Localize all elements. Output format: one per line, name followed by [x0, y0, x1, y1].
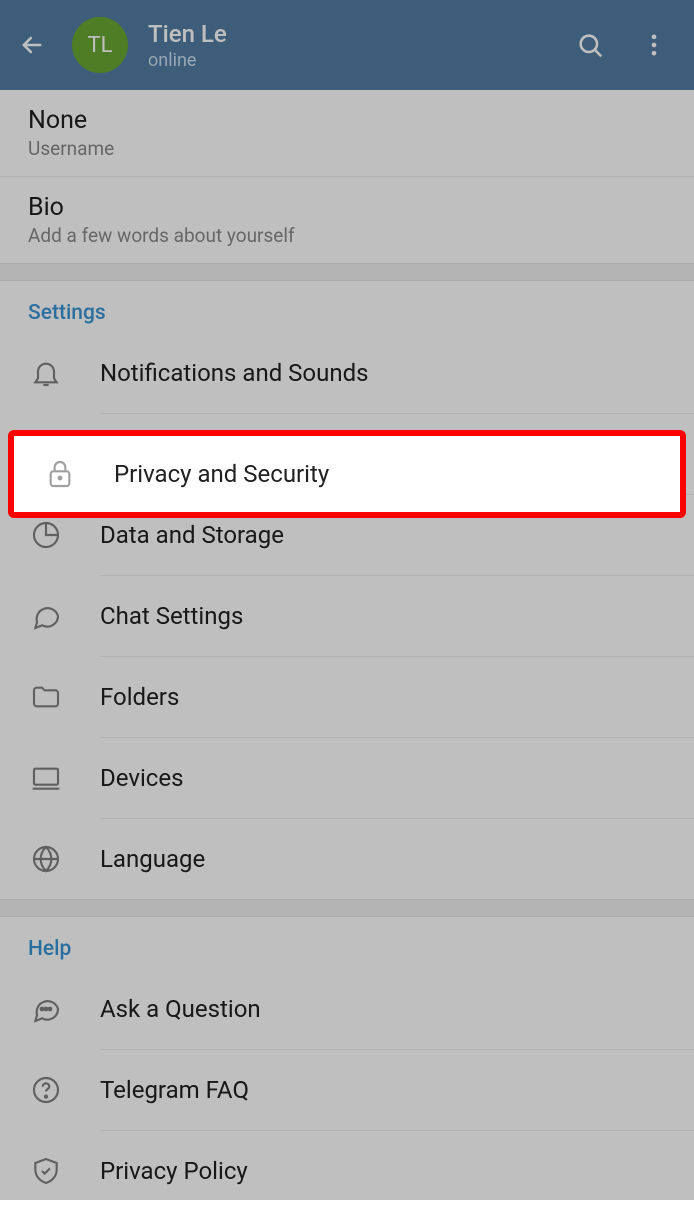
menu-item-privacy-policy[interactable]: Privacy Policy	[0, 1131, 694, 1211]
profile-section: None Username Bio Add a few words about …	[0, 90, 694, 263]
username-value: None	[28, 106, 666, 135]
search-button[interactable]	[570, 25, 610, 65]
menu-item-devices[interactable]: Devices	[0, 738, 694, 818]
question-icon	[28, 1072, 64, 1108]
header-status: online	[148, 50, 550, 71]
header-name: Tien Le	[148, 20, 550, 48]
shield-check-icon	[28, 1153, 64, 1189]
menu-label: Notifications and Sounds	[100, 359, 369, 387]
settings-header: Settings	[0, 281, 694, 333]
header-actions	[570, 25, 674, 65]
menu-item-notifications[interactable]: Notifications and Sounds	[0, 333, 694, 413]
header-info: Tien Le online	[148, 20, 550, 71]
search-icon	[576, 31, 604, 59]
folder-icon	[28, 679, 64, 715]
menu-item-language[interactable]: Language	[0, 819, 694, 899]
more-button[interactable]	[634, 25, 674, 65]
pie-chart-icon	[28, 517, 64, 553]
settings-section: Settings Notifications and Sounds Privac…	[0, 281, 694, 899]
menu-label: Privacy Policy	[100, 1157, 248, 1185]
bell-icon	[28, 355, 64, 391]
avatar-initials: TL	[88, 33, 113, 58]
menu-label: Chat Settings	[100, 602, 243, 630]
username-label: Username	[28, 137, 666, 160]
menu-item-chat[interactable]: Chat Settings	[0, 576, 694, 656]
menu-item-ask[interactable]: Ask a Question	[0, 969, 694, 1049]
bio-placeholder: Add a few words about yourself	[28, 224, 666, 247]
chat-icon	[28, 598, 64, 634]
lock-icon	[42, 456, 78, 492]
menu-label: Folders	[100, 683, 179, 711]
back-button[interactable]	[12, 25, 52, 65]
menu-label: Privacy and Security	[114, 460, 329, 488]
highlighted-privacy-item[interactable]: Privacy and Security	[8, 430, 686, 518]
chat-dots-icon	[28, 991, 64, 1027]
menu-label: Language	[100, 845, 205, 873]
bio-title: Bio	[28, 193, 666, 222]
bio-item[interactable]: Bio Add a few words about yourself	[0, 177, 694, 263]
menu-label: Devices	[100, 764, 183, 792]
avatar[interactable]: TL	[72, 17, 128, 73]
help-header: Help	[0, 917, 694, 969]
globe-icon	[28, 841, 64, 877]
help-section: Help Ask a Question Telegram FAQ Privacy…	[0, 917, 694, 1211]
menu-item-faq[interactable]: Telegram FAQ	[0, 1050, 694, 1130]
app-header: TL Tien Le online	[0, 0, 694, 90]
devices-icon	[28, 760, 64, 796]
section-gap	[0, 263, 694, 281]
menu-label: Telegram FAQ	[100, 1076, 249, 1104]
menu-item-folders[interactable]: Folders	[0, 657, 694, 737]
more-vertical-icon	[640, 31, 668, 59]
menu-label: Ask a Question	[100, 995, 261, 1023]
username-item[interactable]: None Username	[0, 90, 694, 177]
section-gap	[0, 899, 694, 917]
menu-label: Data and Storage	[100, 521, 284, 549]
